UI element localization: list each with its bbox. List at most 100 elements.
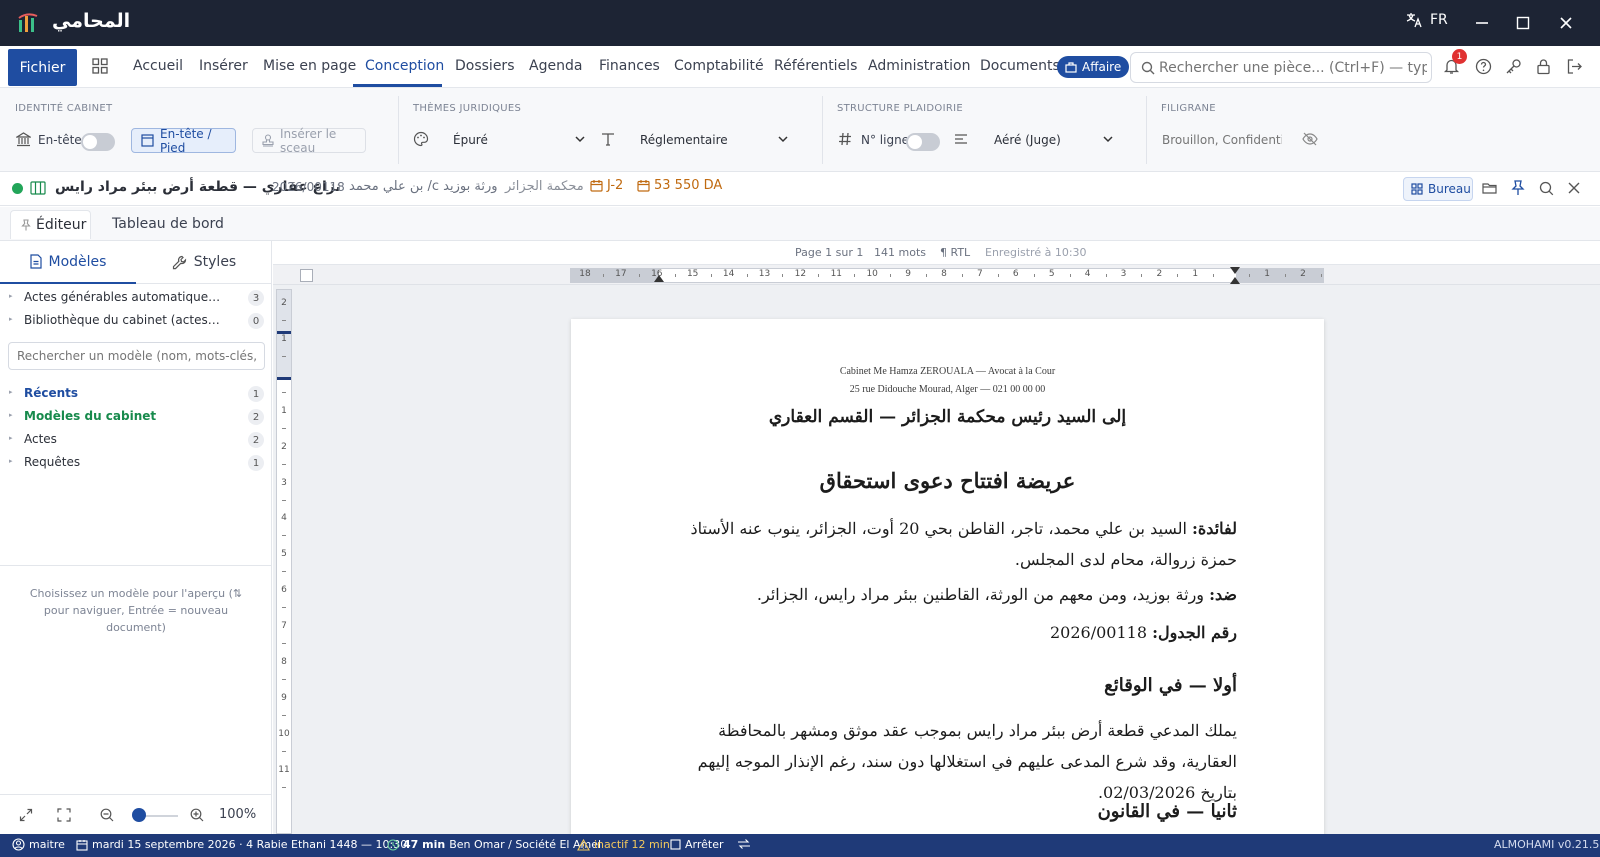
expand-icon[interactable] bbox=[19, 808, 33, 822]
ruler-tick bbox=[961, 274, 963, 277]
switch-icon[interactable] bbox=[737, 838, 751, 850]
user-icon bbox=[12, 838, 25, 851]
ruler-tick bbox=[282, 463, 286, 465]
key-icon[interactable] bbox=[1505, 58, 1522, 75]
menu-administration[interactable]: Administration bbox=[868, 58, 970, 74]
ruler-number: 4 bbox=[281, 513, 287, 524]
menu-mise-en-page[interactable]: Mise en page bbox=[263, 58, 356, 74]
ruler-number: 12 bbox=[794, 269, 807, 279]
zoom-out-icon[interactable] bbox=[100, 808, 114, 822]
tab-models[interactable]: Modèles bbox=[0, 241, 136, 284]
header-footer-button[interactable]: En-tête / Pied bbox=[131, 127, 236, 155]
typography-icon bbox=[601, 132, 615, 146]
lock-icon[interactable] bbox=[1535, 58, 1552, 75]
language-switcher[interactable]: FR bbox=[1406, 12, 1448, 28]
tree-item-library[interactable]: ▸ Bibliothèque du cabinet (actes générab… bbox=[0, 310, 272, 332]
indent-marker[interactable] bbox=[654, 275, 664, 282]
close-window-icon[interactable] bbox=[1554, 12, 1578, 34]
tree-item-auto-actes[interactable]: ▸ Actes générables automatiquement 3 bbox=[0, 287, 272, 309]
menu-agenda[interactable]: Agenda bbox=[529, 58, 582, 74]
ruler-tick bbox=[746, 274, 748, 277]
menu-inserer[interactable]: Insérer bbox=[199, 58, 248, 74]
vertical-ruler[interactable]: 2 1 1 2 3 4 5 6 7 8 9 10 11 bbox=[276, 289, 292, 834]
user-info[interactable]: maitre bbox=[12, 838, 65, 851]
menu-dossiers[interactable]: Dossiers bbox=[455, 58, 515, 74]
caret-right-icon: ▸ bbox=[9, 315, 13, 323]
editor-area: Page 1 sur 1 141 mots ¶ RTL Enregistré à… bbox=[273, 241, 1600, 839]
ruler-tick bbox=[282, 714, 286, 716]
search-icon[interactable] bbox=[1539, 181, 1554, 196]
tab-styles[interactable]: Styles bbox=[136, 241, 272, 284]
minimize-icon[interactable] bbox=[1470, 12, 1494, 34]
insert-seal-button[interactable]: Insérer le sceau bbox=[252, 126, 366, 155]
menu-documents[interactable]: Documents bbox=[980, 58, 1060, 74]
category-requetes[interactable]: ▸ Requêtes 1 bbox=[0, 452, 272, 474]
global-search[interactable] bbox=[1130, 52, 1432, 83]
stop-timer-button[interactable]: Arrêter bbox=[670, 838, 724, 851]
timer-info[interactable]: 47 min Ben Omar / Société El Amel bbox=[387, 838, 601, 851]
case-bar: نزاع عقاري — قطعة أرض ببئر مراد رايس 202… bbox=[0, 172, 1600, 206]
ruler-tick bbox=[282, 679, 286, 680]
zoom-in-icon[interactable] bbox=[190, 808, 204, 822]
ruler-tick bbox=[282, 750, 286, 752]
fullscreen-icon[interactable] bbox=[57, 808, 71, 822]
docket-paragraph: رقم الجدول: 2026/00118 bbox=[661, 623, 1237, 642]
model-search[interactable] bbox=[8, 342, 265, 370]
group-title-themes: THÈMES JURIDIQUES bbox=[413, 103, 522, 114]
search-input[interactable] bbox=[1159, 57, 1427, 79]
help-icon[interactable] bbox=[1475, 58, 1492, 75]
file-menu-button[interactable]: Fichier bbox=[8, 49, 77, 86]
horizontal-ruler[interactable]: 18 17 16 15 14 13 12 11 10 9 8 7 6 5 4 3 2 1 1 2 bbox=[570, 267, 1324, 284]
bank-icon bbox=[16, 132, 31, 147]
menu-finances[interactable]: Finances bbox=[599, 58, 660, 74]
tab-dashboard[interactable]: Tableau de bord bbox=[112, 216, 224, 232]
indent-marker[interactable] bbox=[1230, 267, 1240, 274]
menu-comptabilite[interactable]: Comptabilité bbox=[674, 58, 764, 74]
menu-conception[interactable]: Conception bbox=[365, 58, 444, 74]
maximize-icon[interactable] bbox=[1511, 12, 1535, 34]
document-page[interactable]: Cabinet Me Hamza ZEROUALA — Avocat à la … bbox=[571, 319, 1324, 839]
affaire-button[interactable]: Affaire bbox=[1057, 56, 1130, 78]
insert-seal-label: Insérer le sceau bbox=[280, 126, 337, 155]
ruler-tick bbox=[602, 274, 604, 277]
line-numbers-label: N° ligne bbox=[861, 133, 910, 147]
theme-select[interactable]: Épuré bbox=[445, 126, 588, 154]
category-recents[interactable]: ▸ Récents 1 bbox=[0, 383, 272, 405]
logout-icon[interactable] bbox=[1566, 58, 1583, 75]
bureau-button[interactable]: Bureau bbox=[1403, 177, 1473, 201]
model-search-input[interactable] bbox=[9, 343, 264, 369]
wallet-icon bbox=[637, 179, 650, 192]
tab-editor[interactable]: Éditeur bbox=[10, 210, 91, 239]
category-label: Actes bbox=[24, 432, 57, 446]
menu-referentiels[interactable]: Référentiels bbox=[774, 58, 857, 74]
close-icon[interactable] bbox=[1568, 182, 1580, 194]
active-menu-indicator bbox=[353, 84, 442, 87]
page-info: Page 1 sur 1 bbox=[795, 246, 864, 259]
zoom-slider-handle[interactable] bbox=[132, 808, 146, 822]
apps-grid-icon[interactable] bbox=[92, 58, 108, 74]
sidebar-toolbar: 100% bbox=[0, 794, 271, 834]
ruler-tick bbox=[282, 499, 286, 501]
date-info: mardi 15 septembre 2026 · 4 Rabie Ethani… bbox=[76, 838, 407, 851]
ruler-tick bbox=[1249, 274, 1251, 277]
category-cabinet-models[interactable]: ▸ Modèles du cabinet 2 bbox=[0, 406, 272, 428]
ruler-number: 6 bbox=[1012, 269, 1019, 279]
spacing-select[interactable]: Aéré (Juge) bbox=[986, 126, 1114, 154]
ruler-tick bbox=[1320, 274, 1322, 277]
font-select[interactable]: Réglementaire bbox=[632, 126, 792, 154]
calendar-icon bbox=[76, 839, 88, 851]
ruler-number: 13 bbox=[758, 269, 771, 279]
pin-icon[interactable] bbox=[1511, 180, 1525, 196]
watermark-input[interactable] bbox=[1162, 126, 1282, 154]
header-toggle[interactable] bbox=[81, 133, 115, 151]
eye-off-icon[interactable] bbox=[1302, 132, 1318, 146]
indent-marker[interactable] bbox=[1230, 277, 1240, 284]
menu-accueil[interactable]: Accueil bbox=[133, 58, 183, 74]
ruler-number: 2 bbox=[281, 298, 287, 308]
line-numbers-toggle[interactable] bbox=[906, 133, 940, 151]
preview-hint: Choisissez un modèle pour l'aperçu (⇅ po… bbox=[29, 587, 243, 634]
caret-right-icon: ▸ bbox=[9, 457, 13, 465]
tab-stop-selector[interactable] bbox=[300, 269, 313, 282]
folder-open-icon[interactable] bbox=[1482, 181, 1498, 195]
category-actes[interactable]: ▸ Actes 2 bbox=[0, 429, 272, 451]
